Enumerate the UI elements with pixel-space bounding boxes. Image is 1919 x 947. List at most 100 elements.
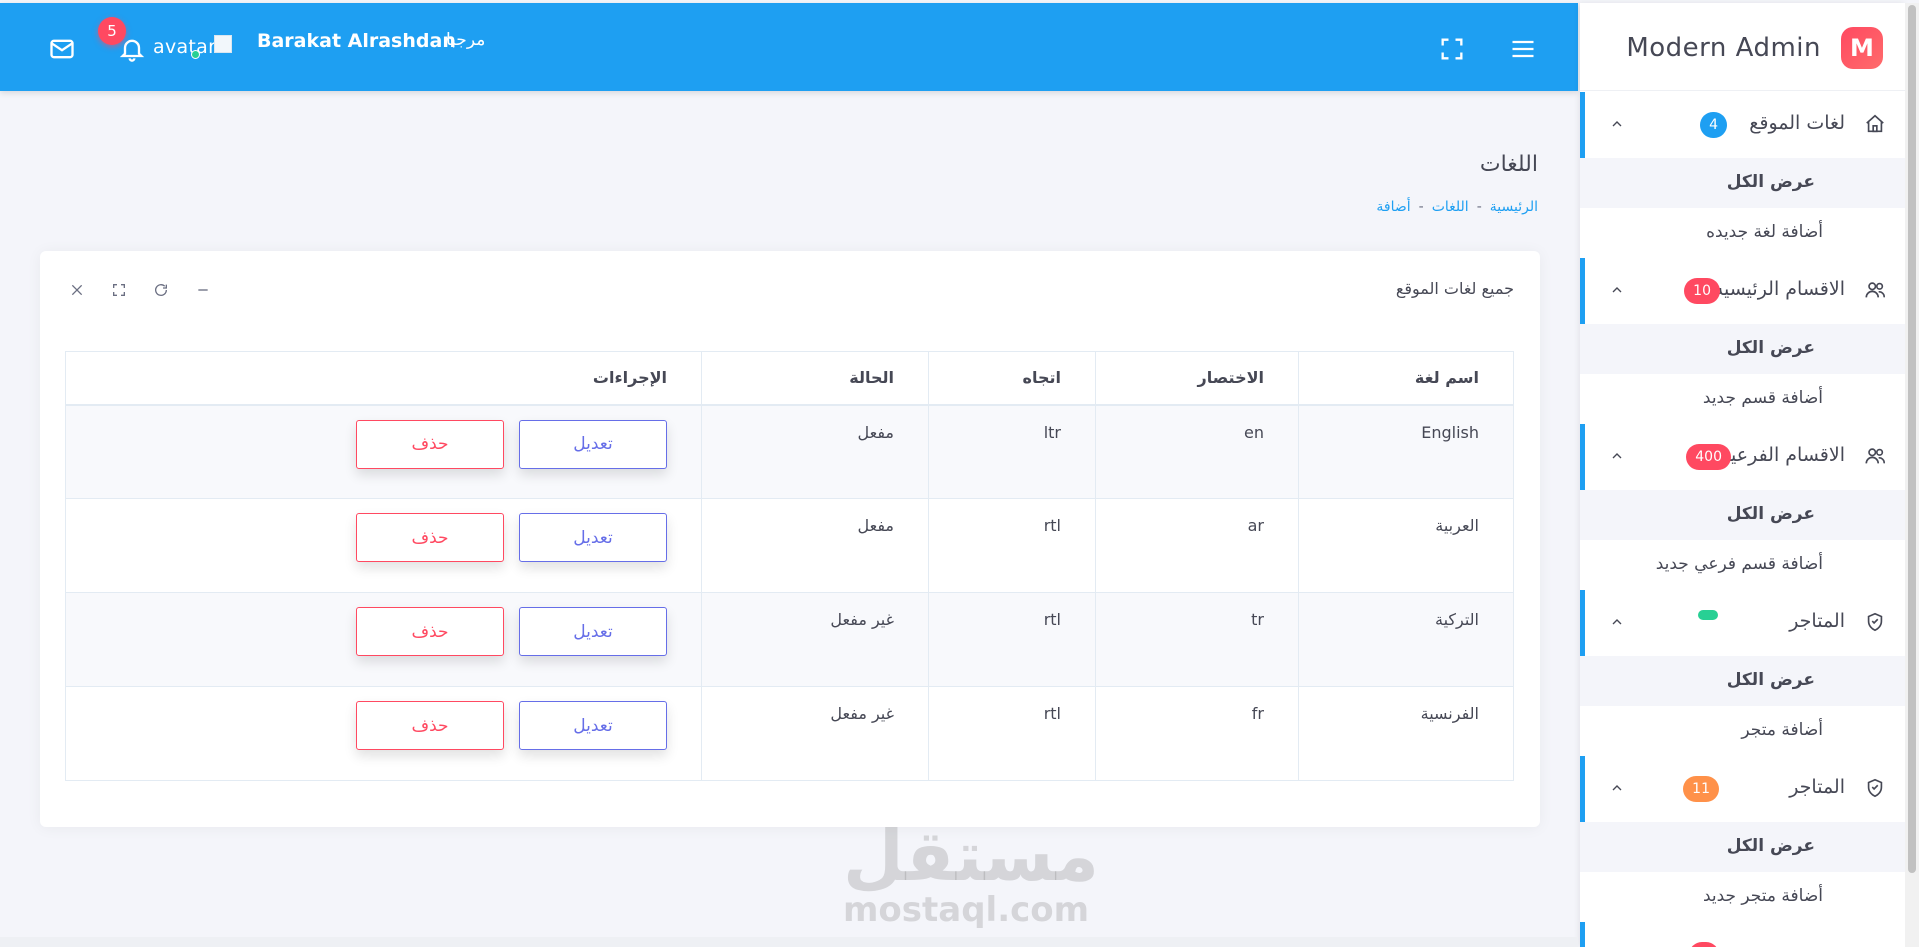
- breadcrumb-home[interactable]: الرئيسية: [1490, 199, 1538, 215]
- brand[interactable]: Modern Admin M: [1580, 3, 1905, 91]
- edit-button[interactable]: تعديل: [519, 419, 667, 469]
- sidebar-item-sub-categories[interactable]: الاقسام الفرعية 400: [1580, 424, 1905, 490]
- sidebar-subitem-add-new-store[interactable]: أضافة متجر جديد: [1580, 872, 1905, 922]
- column-header-direction: اتجاه: [928, 351, 1096, 406]
- minimize-icon[interactable]: [190, 277, 216, 303]
- reload-icon[interactable]: [148, 277, 174, 303]
- chevron-up-icon[interactable]: [1607, 612, 1627, 632]
- chevron-up-icon[interactable]: [1607, 778, 1627, 798]
- brand-title: Modern Admin: [1626, 33, 1821, 63]
- hamburger-icon[interactable]: [1505, 31, 1541, 67]
- breadcrumb-languages[interactable]: اللغات: [1432, 199, 1469, 215]
- cell-status: غير مفعل: [701, 686, 929, 781]
- sidebar-badge: 4: [1700, 112, 1727, 138]
- sidebar-subitem-view-all[interactable]: عرض الكل: [1580, 324, 1905, 374]
- avatar[interactable]: avatar: [153, 36, 216, 58]
- sidebar-subitem-label: عرض الكل: [1726, 504, 1815, 524]
- sidebar-subitem-label: عرض الكل: [1726, 172, 1815, 192]
- delete-button[interactable]: حذف: [356, 513, 504, 562]
- cell-name: العربية: [1298, 498, 1514, 593]
- sidebar-group-stores: المتاجر عرض الكل أضافة متجر: [1580, 590, 1905, 756]
- chevron-up-icon[interactable]: [1607, 280, 1627, 300]
- cell-name: التركية: [1298, 592, 1514, 687]
- sidebar-group-sub-categories: الاقسام الفرعية 400 عرض الكل أضافة قسم ف…: [1580, 424, 1905, 590]
- sidebar-subitem-view-all[interactable]: عرض الكل: [1580, 158, 1905, 208]
- card-tools: [64, 277, 216, 303]
- mail-icon[interactable]: [44, 31, 80, 67]
- brand-logo: M: [1841, 27, 1883, 69]
- sidebar-subitem-label: أضافة قسم فرعي جديد: [1655, 554, 1823, 574]
- sidebar-subitem-label: أضافة متجر جديد: [1702, 886, 1823, 906]
- sidebar-group-main-categories: الاقسام الرئيسيه 10 عرض الكل أضافة قسم ج…: [1580, 258, 1905, 424]
- sidebar-item-stores[interactable]: المتاجر: [1580, 590, 1905, 656]
- sidebar-subitem-view-all[interactable]: عرض الكل: [1580, 822, 1905, 872]
- sidebar-subitem-label: أضافة متجر: [1741, 720, 1823, 740]
- cell-direction: rtl: [928, 592, 1096, 687]
- sidebar-scrollbar[interactable]: [1905, 3, 1919, 947]
- cell-status: غير مفعل: [701, 592, 929, 687]
- broken-image-icon: [214, 35, 232, 53]
- notification-badge: 5: [98, 17, 126, 45]
- top-navbar: 5 avatar Barakat Alrashdan مرجبا: [0, 3, 1578, 91]
- sidebar-group-languages: لغات الموقع 4 عرض الكل أضافة لغة جديده: [1580, 92, 1905, 258]
- sidebar-item-label: المتاجر: [1789, 776, 1845, 798]
- expand-icon[interactable]: [106, 277, 132, 303]
- close-icon[interactable]: [64, 277, 90, 303]
- cell-direction: rtl: [928, 686, 1096, 781]
- sidebar-item-label: المتاجر: [1789, 610, 1845, 632]
- chevron-up-icon[interactable]: [1607, 114, 1627, 134]
- cell-name: English: [1298, 404, 1514, 499]
- breadcrumb-separator: -: [1418, 199, 1424, 215]
- sidebar-subitem-add-subcategory[interactable]: أضافة قسم فرعي جديد: [1580, 540, 1905, 590]
- breadcrumb-add[interactable]: أضافة: [1376, 199, 1410, 215]
- cell-abbreviation: fr: [1095, 686, 1299, 781]
- watermark-latin: mostaql.com: [843, 890, 1090, 930]
- sidebar-subitem-add-category[interactable]: أضافة قسم جديد: [1580, 374, 1905, 424]
- table-row: العربية ar rtl مفعل تعديل حذف: [65, 498, 1514, 593]
- cell-actions: تعديل حذف: [65, 404, 702, 499]
- users-icon: [1863, 444, 1887, 468]
- user-name[interactable]: Barakat Alrashdan: [257, 30, 456, 52]
- sidebar-subitem-add-store[interactable]: أضافة متجر: [1580, 706, 1905, 756]
- sidebar-item-main-categories[interactable]: الاقسام الرئيسيه 10: [1580, 258, 1905, 324]
- sidebar-item-stores-2[interactable]: المتاجر 11: [1580, 756, 1905, 822]
- footer-strip: [0, 937, 1578, 947]
- cell-direction: ltr: [928, 404, 1096, 499]
- scrollbar-thumb[interactable]: [1908, 5, 1916, 873]
- sidebar-item-languages[interactable]: لغات الموقع 4: [1580, 92, 1905, 158]
- cell-actions: تعديل حذف: [65, 592, 702, 687]
- shield-icon: [1863, 610, 1887, 634]
- chevron-up-icon[interactable]: [1607, 446, 1627, 466]
- sidebar-item-label: لغات الموقع: [1749, 112, 1845, 134]
- sidebar-subitem-label: عرض الكل: [1726, 836, 1815, 856]
- delete-button[interactable]: حذف: [356, 607, 504, 656]
- delete-button[interactable]: حذف: [356, 701, 504, 750]
- table-header-row: اسم لغة الاختصار اتجاه الحالة الإجراءات: [65, 351, 1514, 406]
- edit-button[interactable]: تعديل: [519, 513, 667, 562]
- edit-button[interactable]: تعديل: [519, 607, 667, 656]
- fullscreen-icon[interactable]: [1434, 31, 1470, 67]
- delete-button[interactable]: حذف: [356, 419, 504, 469]
- cell-abbreviation: en: [1095, 404, 1299, 499]
- sidebar-subitem-view-all[interactable]: عرض الكل: [1580, 490, 1905, 540]
- table-row: English en ltr مفعل تعديل حذف: [65, 404, 1514, 499]
- sidebar-group-stores-2: المتاجر 11 عرض الكل أضافة متجر جديد: [1580, 756, 1905, 922]
- watermark-arabic: مستقل: [843, 815, 1100, 897]
- sidebar-item-label: الاقسام الفرعية: [1720, 444, 1845, 466]
- cell-status: مفعل: [701, 404, 929, 499]
- sidebar-subitem-label: أضافة قسم جديد: [1702, 388, 1823, 408]
- cell-actions: تعديل حذف: [65, 498, 702, 593]
- page-title: اللغات: [1479, 152, 1538, 177]
- cell-status: مفعل: [701, 498, 929, 593]
- sidebar-subitem-view-all[interactable]: عرض الكل: [1580, 656, 1905, 706]
- edit-button[interactable]: تعديل: [519, 701, 667, 750]
- sidebar-group-next-partial: [1580, 922, 1905, 947]
- sidebar-item-next[interactable]: [1580, 922, 1905, 947]
- sidebar-badge: [1698, 610, 1718, 620]
- user-greeting: مرجبا: [446, 30, 486, 50]
- sidebar-subitem-label: أضافة لغة جديده: [1706, 222, 1823, 242]
- sidebar-subitem-label: عرض الكل: [1726, 338, 1815, 358]
- sidebar-subitem-add-language[interactable]: أضافة لغة جديده: [1580, 208, 1905, 258]
- table-row: التركية tr rtl غير مفعل تعديل حذف: [65, 592, 1514, 687]
- languages-card: جميع لغات الموقع اسم لغة الاختصار اتجاه: [40, 251, 1540, 827]
